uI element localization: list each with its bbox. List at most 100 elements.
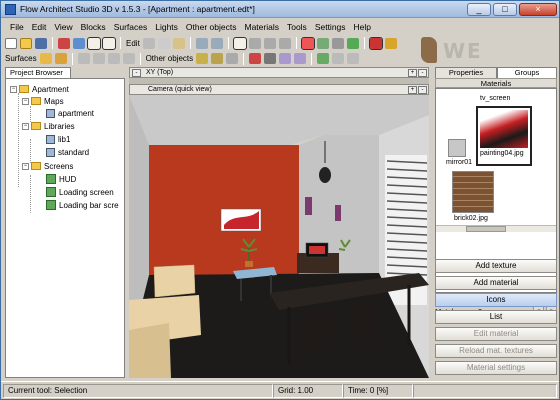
tree-node-apartment[interactable]: − Apartment <box>10 83 69 95</box>
redo-icon[interactable] <box>210 37 223 49</box>
collapse-icon[interactable]: − <box>22 162 29 170</box>
material-label[interactable]: brick02.jpg <box>454 215 488 222</box>
icons-view-button[interactable]: Icons <box>435 293 557 307</box>
material-thumb-painting-selected[interactable]: painting04.jpg <box>476 106 532 166</box>
add-material-button[interactable]: Add material <box>435 276 557 290</box>
material-thumb-brick[interactable] <box>452 171 494 213</box>
list-view-button[interactable]: List <box>435 310 557 324</box>
menu-lights[interactable]: Lights <box>151 22 182 32</box>
material-settings-button[interactable]: Material settings <box>435 361 557 375</box>
menu-materials[interactable]: Materials <box>240 22 282 32</box>
tab-properties[interactable]: Properties <box>435 67 497 78</box>
tree-node-maps[interactable]: − Maps <box>22 95 64 107</box>
folder-icon <box>31 97 41 105</box>
paint-icon[interactable] <box>300 36 315 50</box>
render-icon[interactable] <box>368 36 383 50</box>
copy-icon[interactable] <box>157 37 170 49</box>
panel-collapse-button[interactable]: - <box>418 68 427 77</box>
menu-view[interactable]: View <box>50 22 76 32</box>
trigger-icon[interactable] <box>226 53 239 64</box>
undo-icon[interactable] <box>195 37 208 49</box>
texture-icon[interactable] <box>346 37 359 49</box>
new-file-icon[interactable] <box>5 37 17 49</box>
key-icon[interactable] <box>332 53 345 64</box>
wall-icon[interactable] <box>92 53 105 64</box>
floor-icon[interactable] <box>107 53 120 64</box>
tree-node-label: lib1 <box>58 134 71 144</box>
edit-material-button[interactable]: Edit material <box>435 327 557 341</box>
project-browser-tab[interactable]: Project Browser <box>5 67 71 78</box>
camera-icon[interactable] <box>87 36 101 50</box>
panel-minimize-button[interactable]: - <box>132 68 141 77</box>
tree-node-loading-screen[interactable]: Loading screen <box>46 186 114 198</box>
toolbar-separator <box>243 52 245 65</box>
stairs-icon[interactable] <box>122 53 135 64</box>
collapse-icon[interactable]: − <box>10 85 17 93</box>
material-label[interactable]: mirror01 <box>446 159 472 166</box>
menu-settings[interactable]: Settings <box>311 22 350 32</box>
open-folder-icon[interactable] <box>20 37 32 49</box>
add-texture-button[interactable]: Add texture <box>435 259 557 273</box>
menu-help[interactable]: Help <box>350 22 375 32</box>
rotate-icon[interactable] <box>263 37 276 49</box>
minimize-button[interactable]: _ <box>467 2 491 16</box>
tree-node-libraries[interactable]: − Libraries <box>22 120 75 132</box>
tree-line <box>18 93 19 187</box>
xy-top-panel-header[interactable]: - XY (Top) + - <box>129 67 429 78</box>
cut-icon[interactable] <box>142 37 155 49</box>
tab-groups[interactable]: Groups <box>497 67 557 78</box>
particle-icon[interactable] <box>249 53 262 64</box>
panel-expand-button[interactable]: + <box>408 68 417 77</box>
menu-blocks[interactable]: Blocks <box>77 22 110 32</box>
materials-scrollbar[interactable] <box>436 225 556 232</box>
select-arrow-icon[interactable] <box>232 36 247 50</box>
screen-icon <box>46 187 56 197</box>
tree-node-standard[interactable]: standard <box>46 146 89 158</box>
collapse-icon[interactable]: − <box>22 97 29 105</box>
move-icon[interactable] <box>248 37 261 49</box>
menu-tools[interactable]: Tools <box>283 22 311 32</box>
close-button[interactable]: × <box>519 2 557 16</box>
block-icon[interactable] <box>77 53 90 64</box>
camera-panel-header[interactable]: Camera (quick view) + - <box>129 84 429 95</box>
collapse-icon[interactable]: − <box>22 122 29 130</box>
menu-surfaces[interactable]: Surfaces <box>110 22 152 32</box>
script-icon[interactable] <box>384 37 397 49</box>
folder-icon <box>31 162 41 170</box>
spawn-icon[interactable] <box>317 53 330 64</box>
checker-icon[interactable] <box>264 53 277 64</box>
preview-icon[interactable] <box>73 37 85 49</box>
tree-node-apartment-map[interactable]: apartment <box>46 107 94 119</box>
grid-icon[interactable] <box>316 37 329 49</box>
menu-file[interactable]: File <box>6 22 28 32</box>
export-icon[interactable] <box>58 37 70 49</box>
maximize-button[interactable]: □ <box>493 2 517 16</box>
reload-textures-button[interactable]: Reload mat. textures <box>435 344 557 358</box>
tree-node-screens[interactable]: − Screens <box>22 160 73 172</box>
surface-icon[interactable] <box>39 53 52 64</box>
tag-icon[interactable] <box>347 53 360 64</box>
tree-node-loading-bar[interactable]: Loading bar scre <box>46 199 119 211</box>
menu-edit[interactable]: Edit <box>28 22 51 32</box>
save-icon[interactable] <box>35 37 47 49</box>
decal-icon[interactable] <box>294 53 307 64</box>
lamp-icon[interactable] <box>196 53 209 64</box>
tree-node-hud[interactable]: HUD <box>46 173 76 185</box>
menu-other-objects[interactable]: Other objects <box>182 22 241 32</box>
menu-bar: File Edit View Blocks Surfaces Lights Ot… <box>1 19 559 35</box>
sound-icon[interactable] <box>211 53 224 64</box>
camera-viewport[interactable] <box>129 95 429 378</box>
surface-fill-icon[interactable] <box>54 53 67 64</box>
light-icon[interactable] <box>331 37 344 49</box>
toolbar-separator <box>120 37 121 49</box>
paste-icon[interactable] <box>172 37 185 49</box>
scale-icon[interactable] <box>278 37 291 49</box>
sprite-icon[interactable] <box>279 53 292 64</box>
zoom-icon[interactable] <box>102 36 116 50</box>
material-thumb-mirror[interactable] <box>448 139 466 157</box>
tree-node-lib1[interactable]: lib1 <box>46 133 70 145</box>
material-label[interactable]: tv_screen <box>480 95 510 102</box>
panel-expand-button[interactable]: + <box>408 85 417 94</box>
dining-chair <box>304 309 334 349</box>
panel-collapse-button[interactable]: - <box>418 85 427 94</box>
